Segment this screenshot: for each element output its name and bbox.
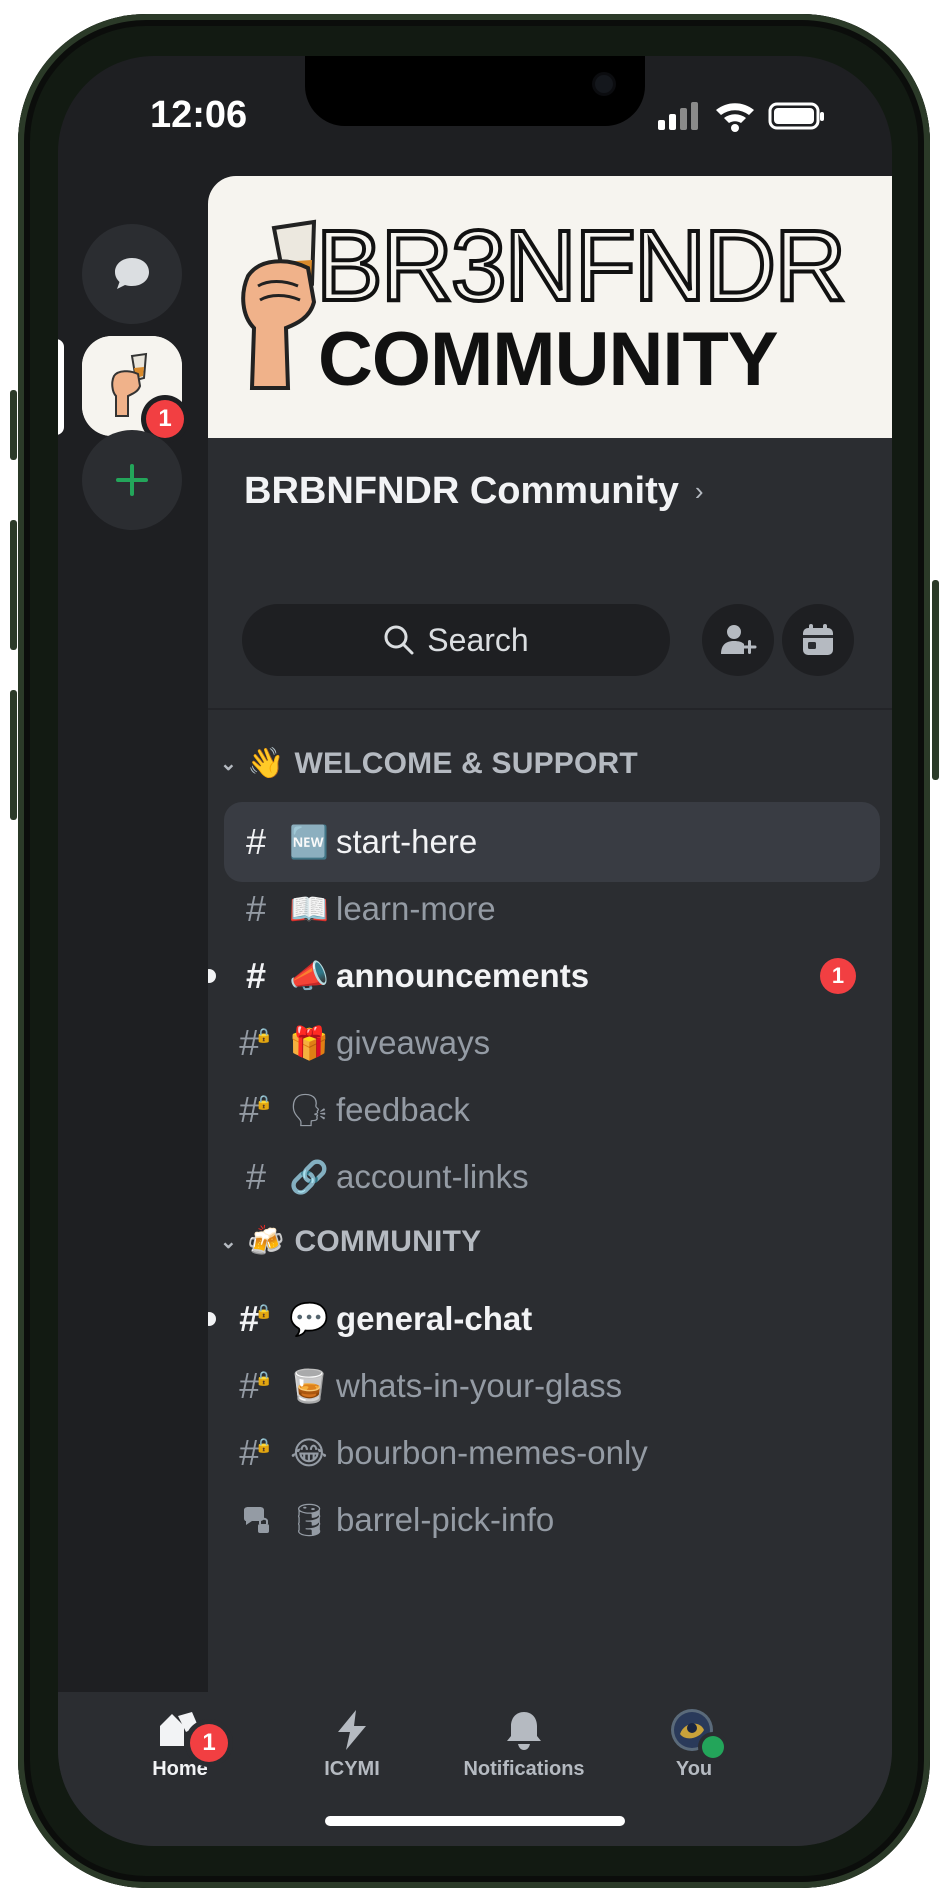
volume-up-button — [10, 520, 17, 650]
banner-title-line2: COMMUNITY — [318, 317, 779, 402]
locked-hash-icon: # 🔒 — [239, 1432, 273, 1473]
mention-badge: 1 — [820, 958, 856, 994]
locked-hash-icon: # 🔒 — [239, 1089, 273, 1130]
search-label: Search — [427, 621, 529, 658]
online-status-dot — [702, 1736, 724, 1758]
channel-emoji: 📖 — [289, 890, 329, 928]
tab-label: ICYMI — [324, 1758, 380, 1780]
wifi-icon — [716, 103, 754, 132]
tab-label: Notifications — [463, 1758, 585, 1780]
chevron-down-icon: ⌄ — [220, 753, 237, 775]
tab-notifications[interactable]: Notifications — [444, 1708, 604, 1781]
power-button — [932, 580, 939, 780]
channel-emoji: 🥃 — [289, 1367, 329, 1405]
channel-name: learn-more — [336, 890, 496, 927]
server-icon-brbnfndr[interactable]: 1 — [82, 336, 184, 438]
channel-emoji: 🛢 — [288, 1501, 330, 1539]
category-emoji: 🍻 — [246, 1224, 285, 1259]
channel-emoji: 💬 — [289, 1300, 329, 1338]
banner-title-line1: BR3NFNDR — [314, 210, 848, 322]
category-community[interactable]: ⌄ 🍻 COMMUNITY — [220, 1224, 481, 1259]
home-notification-badge: 1 — [190, 1724, 228, 1762]
channel-emoji: 🆕 — [289, 823, 329, 861]
tab-label: You — [675, 1758, 713, 1780]
search-button[interactable]: Search — [242, 604, 670, 676]
mute-switch — [10, 390, 17, 460]
locked-hash-icon: # 🔒 — [239, 1365, 273, 1406]
tab-home[interactable]: 1 Home — [100, 1708, 260, 1781]
header-divider — [208, 708, 892, 710]
tab-label: Home — [152, 1758, 208, 1780]
channel-emoji: 🎁 — [289, 1024, 329, 1062]
tab-you[interactable]: You — [614, 1708, 774, 1781]
channel-name: whats-in-your-glass — [336, 1367, 623, 1404]
channel-name: feedback — [336, 1091, 470, 1128]
home-indicator[interactable] — [325, 1816, 625, 1826]
direct-messages-button[interactable] — [82, 224, 182, 324]
channel-name: giveaways — [336, 1024, 491, 1061]
search-icon — [384, 625, 414, 655]
chevron-right-icon: › — [694, 476, 704, 506]
locked-hash-icon: # 🔒 — [239, 1298, 273, 1339]
channel-emoji: 🔗 — [289, 1158, 329, 1196]
server-rail: 1 — [58, 176, 208, 1746]
channel-name: start-here — [336, 823, 478, 860]
signal-icon — [658, 102, 698, 130]
channel-name: general-chat — [336, 1300, 533, 1337]
hash-icon: # — [245, 1156, 267, 1197]
category-emoji: 👋 — [246, 746, 285, 781]
lightning-icon — [338, 1710, 366, 1750]
server-notification-badge: 1 — [146, 400, 184, 438]
front-camera — [595, 75, 613, 93]
add-server-button[interactable] — [82, 430, 182, 530]
channel-account-links[interactable]: # 🔗 account-links — [224, 1137, 880, 1217]
volume-down-button — [10, 690, 17, 820]
category-welcome-support[interactable]: ⌄ 👋 WELCOME & SUPPORT — [220, 746, 638, 781]
chat-bubble-icon — [115, 258, 149, 289]
channel-barrel-pick-info[interactable]: 🛢 barrel-pick-info — [224, 1480, 880, 1560]
chevron-down-icon: ⌄ — [220, 1231, 237, 1253]
channel-name: barrel-pick-info — [336, 1501, 555, 1538]
channel-name: account-links — [336, 1158, 529, 1195]
dynamic-notch — [305, 56, 645, 126]
unread-dot — [208, 969, 216, 983]
channel-name: announcements — [336, 957, 590, 994]
channel-emoji: 🗣 — [288, 1091, 330, 1129]
server-name-header[interactable]: BRBNFNDR Community › — [244, 470, 704, 513]
battery-icon — [768, 102, 824, 130]
events-button[interactable] — [782, 604, 854, 676]
add-friend-icon — [721, 625, 757, 654]
status-icons — [658, 102, 824, 132]
category-label: WELCOME & SUPPORT — [294, 746, 638, 780]
selected-server-indicator — [58, 339, 64, 435]
hash-icon: # — [245, 821, 267, 862]
server-name: BRBNFNDR Community — [244, 470, 679, 512]
server-banner[interactable]: BR3NFNDR COMMUNITY — [208, 176, 892, 438]
locked-hash-icon: # 🔒 — [239, 1022, 273, 1063]
category-label: COMMUNITY — [294, 1224, 482, 1258]
channel-name: bourbon-memes-only — [336, 1434, 648, 1471]
hash-icon: # — [245, 888, 267, 929]
plus-icon — [116, 464, 148, 496]
screen: 12:06 1 BR3NFNDR COMMUNITY BRBNFNDR Comm… — [58, 56, 892, 1846]
bell-icon — [507, 1712, 541, 1750]
calendar-icon — [803, 624, 833, 655]
hand-glass-illustration — [241, 219, 317, 390]
channel-emoji: 😂 — [290, 1434, 328, 1472]
unread-dot — [208, 1312, 216, 1326]
hash-icon: # — [245, 955, 267, 996]
server-panel: BR3NFNDR COMMUNITY BRBNFNDR Community › … — [208, 176, 892, 1746]
forum-locked-icon — [224, 1504, 288, 1536]
status-time: 12:06 — [150, 94, 248, 136]
channel-emoji: 📣 — [289, 957, 329, 995]
tab-icymi[interactable]: ICYMI — [272, 1708, 432, 1781]
invite-members-button[interactable] — [702, 604, 774, 676]
